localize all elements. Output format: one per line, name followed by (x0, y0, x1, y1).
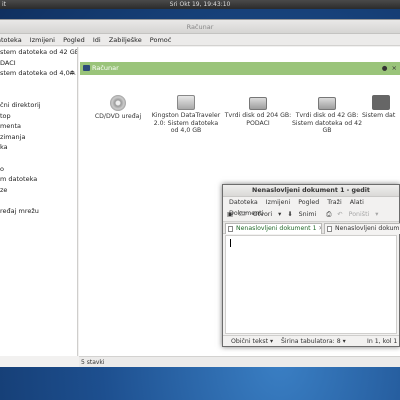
undo-icon: ↶ (337, 211, 343, 218)
tab-document-2[interactable]: Nenaslovljeni dokum (324, 223, 400, 234)
drive-label: Tvrdi disk od 204 GB: PODACI (224, 112, 292, 127)
tab-width-selector[interactable]: Širina tabulatora: 8 ▾ (281, 338, 346, 345)
cursor-position: In 1, kol 1 (367, 338, 398, 345)
drive-item-podaci[interactable]: Tvrdi disk od 204 GB: PODACI (221, 95, 295, 127)
sidebar-item-label: stem datoteka od 4,0... (0, 69, 76, 78)
sidebar-item-downloads[interactable]: zimanja (0, 132, 77, 143)
location-bar[interactable]: Računar ● × (80, 62, 400, 75)
open-button[interactable]: 🗁 Otvori ▾ (239, 211, 281, 218)
item-count: 5 stavki (81, 359, 105, 366)
status-bar: 5 stavki (79, 356, 400, 367)
sidebar-item-computer[interactable]: o (0, 164, 77, 175)
text-editor-window: Nenaslovljeni dokument 1 - gedit Datotek… (222, 184, 400, 347)
save-icon: ⬇ (287, 211, 293, 218)
sidebar-item-label: ka (0, 143, 8, 152)
drive-item-usb[interactable]: Kingston DataTraveler 2.0: Sistem datote… (149, 95, 223, 135)
undo-label: Poništi (348, 211, 370, 218)
sidebar-item-desktop[interactable]: top (0, 111, 77, 122)
window-title: Računar (0, 20, 400, 34)
menu-bookmarks[interactable]: Zabilješke (109, 36, 142, 44)
menu-file[interactable]: Datoteka (229, 199, 258, 206)
menu-search[interactable]: Traži (327, 199, 341, 206)
close-tab-icon[interactable]: ✕ (319, 225, 321, 232)
open-label: Otvori (252, 211, 273, 218)
drive-label: Tvrdi disk od 42 GB: Sistem datoteka od … (291, 112, 363, 134)
sidebar-item-home[interactable]: čni direktorij (0, 100, 77, 111)
tab-document-1[interactable]: Nenaslovljeni dokument 1✕ (225, 223, 322, 234)
text-cursor (230, 239, 231, 247)
syntax-mode-selector[interactable]: Obični tekst ▾ (231, 338, 273, 345)
undo-button[interactable]: ↶ Poništi ▾ (337, 211, 378, 218)
save-label: Snimi (298, 211, 317, 218)
usb-drive-icon (177, 95, 195, 110)
menubar: Datoteka Izmijeni Pogled Idi Zabilješke … (0, 34, 400, 46)
sidebar-item-system-42gb[interactable]: stem datoteka od 42 GB (0, 47, 77, 58)
menu-view[interactable]: Pogled (63, 36, 85, 44)
sidebar-item-trash[interactable]: ze (0, 185, 77, 196)
menu-file[interactable]: Datoteka (0, 36, 22, 44)
save-button[interactable]: ⬇ Snimi (287, 211, 320, 218)
document-icon (327, 226, 332, 232)
sidebar-item-label: top (0, 111, 11, 120)
drive-label: CD/DVD uređaj (94, 113, 142, 120)
system-drive-icon (372, 95, 390, 110)
document-tabs: Nenaslovljeni dokument 1✕ Nenaslovljeni … (223, 222, 400, 234)
new-document-icon[interactable]: ▣ (227, 211, 233, 218)
cd-dvd-icon (110, 95, 126, 111)
tab-label: Nenaslovljeni dokum (335, 225, 400, 232)
sidebar-item-label: zimanja (0, 132, 26, 141)
drive-label: Kingston DataTraveler 2.0: Sistem datote… (151, 112, 221, 134)
location-bar-icons: ● × (382, 62, 397, 75)
print-icon[interactable]: ⎙ (326, 211, 331, 218)
menu-help[interactable]: Pomoć (150, 36, 172, 44)
drive-item-system-42gb[interactable]: Tvrdi disk od 42 GB: Sistem datoteka od … (290, 95, 364, 135)
menu-edit[interactable]: Izmijeni (266, 199, 290, 206)
desktop-background (0, 367, 400, 400)
panel-clock[interactable]: Sri Okt 19, 19:43:10 (0, 0, 400, 9)
sidebar-item-label: ze (0, 185, 8, 194)
text-editor-area[interactable] (225, 235, 397, 334)
toolbar: ▣ 🗁 Otvori ▾ ⬇ Snimi ⎙ ↶ Poništi ▾ (223, 208, 399, 222)
sidebar-item-label: menta (0, 122, 21, 131)
close-pane-icon[interactable]: × (392, 64, 397, 72)
menu-edit[interactable]: Izmijeni (30, 36, 55, 44)
hard-disk-icon (249, 97, 267, 110)
hard-disk-icon (318, 97, 336, 110)
sidebar-item-filesystem[interactable]: m datoteka (0, 174, 77, 185)
sidebar-item-label: m datoteka (0, 175, 38, 184)
sidebar-item-network[interactable]: ređaj mrežu (0, 206, 77, 217)
drive-item-system[interactable]: Sistem dat (362, 95, 400, 120)
sidebar-item-music[interactable]: ka (0, 142, 77, 153)
open-icon: 🗁 (238, 211, 247, 218)
sidebar: stem datoteka od 42 GB DACI stem datotek… (0, 47, 78, 356)
top-panel: it Sri Okt 19, 19:43:10 (0, 0, 400, 9)
sidebar-item-documents[interactable]: menta (0, 121, 77, 132)
editor-status-bar: Obični tekst ▾ Širina tabulatora: 8 ▾ In… (223, 335, 399, 346)
document-icon (228, 226, 233, 232)
menu-view[interactable]: Pogled (298, 199, 319, 206)
sidebar-item-label: čni direktorij (0, 100, 41, 109)
sidebar-item-label: stem datoteka od 42 GB (0, 48, 78, 56)
computer-icon (83, 65, 90, 71)
sidebar-item-podaci[interactable]: DACI (0, 58, 77, 69)
sidebar-item-label: DACI (0, 58, 16, 67)
sidebar-item-usb[interactable]: stem datoteka od 4,0... ⏏ (0, 68, 77, 79)
drive-label: Sistem dat (362, 112, 396, 119)
menu-go[interactable]: Idi (93, 36, 101, 44)
sidebar-item-label: o (0, 164, 4, 173)
menubar: Datoteka Izmijeni Pogled Traži Alati Dok… (223, 197, 399, 217)
tab-label: Nenaslovljeni dokument 1 (236, 225, 317, 232)
sidebar-item-label: ređaj mrežu (0, 206, 39, 215)
menu-tools[interactable]: Alati (350, 199, 364, 206)
window-title: Nenaslovljeni dokument 1 - gedit (223, 185, 399, 197)
eject-icon[interactable]: ⏏ (69, 68, 75, 79)
location-label: Računar (92, 64, 119, 72)
settings-icon[interactable]: ● (382, 64, 388, 72)
drive-item-cd[interactable]: CD/DVD uređaj (81, 95, 155, 121)
